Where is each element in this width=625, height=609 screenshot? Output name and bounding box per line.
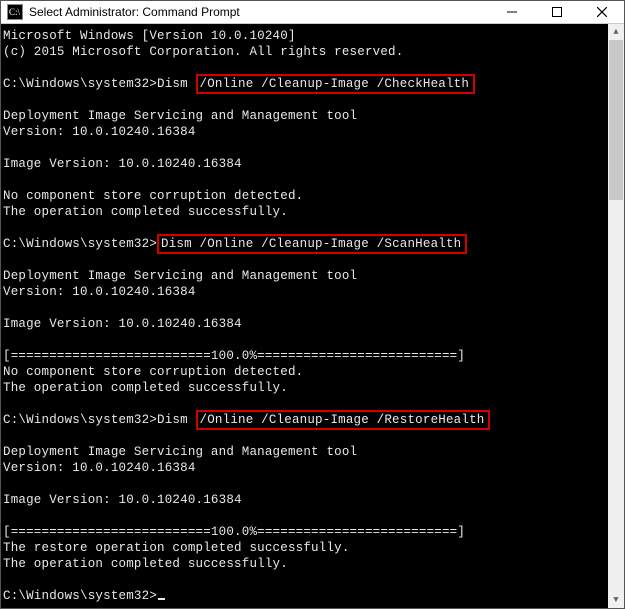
prompt-line: C:\Windows\system32>Dism /Online /Cleanu… [3,236,606,252]
highlight-scanhealth: Dism /Online /Cleanup-Image /ScanHealth [157,234,467,254]
svg-text:C:\: C:\ [9,7,21,17]
output-line: The operation completed successfully. [3,204,606,220]
titlebar[interactable]: C:\ Select Administrator: Command Prompt [1,1,624,24]
prompt-text: C:\Windows\system32> [3,237,157,251]
output-line: Deployment Image Servicing and Managemen… [3,268,606,284]
output-line: Version: 10.0.10240.16384 [3,124,606,140]
highlight-checkhealth: /Online /Cleanup-Image /CheckHealth [196,74,476,94]
window-title: Select Administrator: Command Prompt [29,5,240,19]
vertical-scrollbar[interactable]: ▲ ▼ [608,24,624,608]
cursor [158,598,165,600]
output-line: Image Version: 10.0.10240.16384 [3,316,606,332]
output-line: The operation completed successfully. [3,556,606,572]
output-line: Version: 10.0.10240.16384 [3,284,606,300]
scroll-down-button[interactable]: ▼ [608,592,624,608]
output-line: (c) 2015 Microsoft Corporation. All righ… [3,44,606,60]
output-line: Deployment Image Servicing and Managemen… [3,108,606,124]
output-line: Image Version: 10.0.10240.16384 [3,492,606,508]
command-prompt-window: C:\ Select Administrator: Command Prompt… [0,0,625,609]
output-line: [==========================100.0%=======… [3,348,606,364]
close-button[interactable] [579,1,624,23]
minimize-button[interactable] [489,1,534,23]
output-line: No component store corruption detected. [3,364,606,380]
output-line: No component store corruption detected. [3,188,606,204]
prompt-text: C:\Windows\system32>Dism [3,77,196,91]
window-controls [489,1,624,23]
terminal-area: Microsoft Windows [Version 10.0.10240](c… [1,24,624,608]
output-line: Image Version: 10.0.10240.16384 [3,156,606,172]
prompt-line: C:\Windows\system32>Dism /Online /Cleanu… [3,412,606,428]
prompt-line: C:\Windows\system32>Dism /Online /Cleanu… [3,76,606,92]
terminal-output[interactable]: Microsoft Windows [Version 10.0.10240](c… [1,24,608,608]
prompt-text: C:\Windows\system32>Dism [3,413,196,427]
output-line: The operation completed successfully. [3,380,606,396]
output-line: Microsoft Windows [Version 10.0.10240] [3,28,606,44]
scroll-thumb[interactable] [609,40,623,200]
highlight-restorehealth: /Online /Cleanup-Image /RestoreHealth [196,410,491,430]
output-line: [==========================100.0%=======… [3,524,606,540]
output-line: Deployment Image Servicing and Managemen… [3,444,606,460]
cmd-icon: C:\ [7,4,23,20]
scroll-up-button[interactable]: ▲ [608,24,624,40]
output-line: The restore operation completed successf… [3,540,606,556]
output-line: Version: 10.0.10240.16384 [3,460,606,476]
prompt-text: C:\Windows\system32> [3,589,157,603]
maximize-button[interactable] [534,1,579,23]
prompt-line: C:\Windows\system32> [3,588,606,604]
